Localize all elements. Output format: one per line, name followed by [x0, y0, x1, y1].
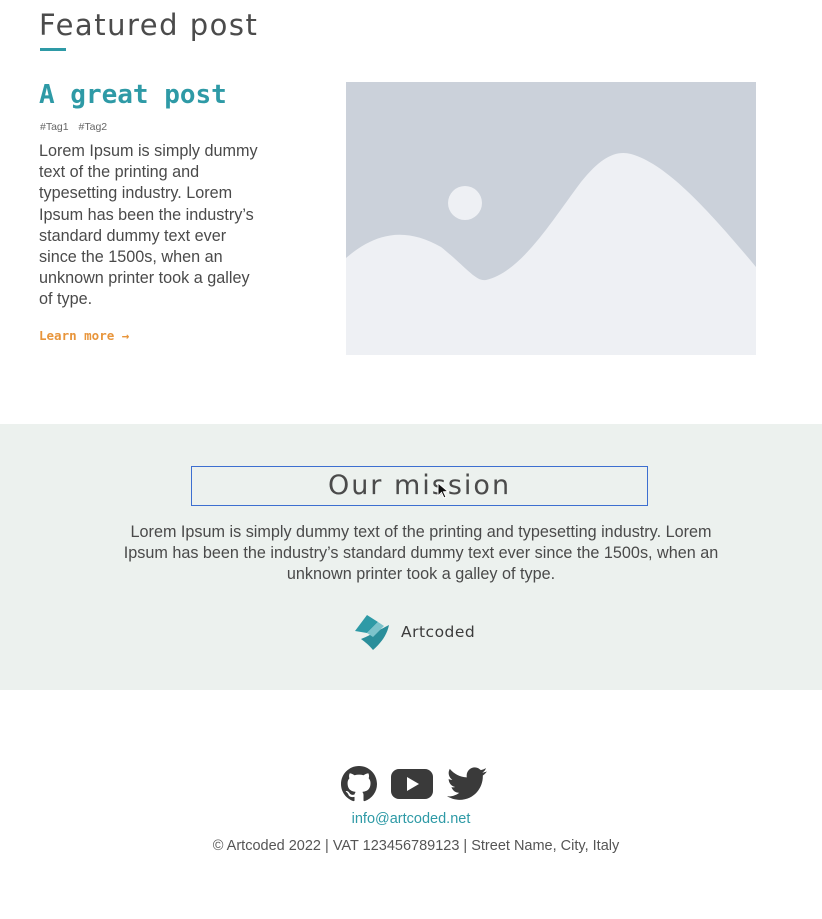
heading-underline — [40, 48, 66, 51]
tag-list: #Tag1 #Tag2 — [40, 121, 114, 133]
mission-section: Our mission Lorem Ipsum is simply dummy … — [0, 424, 822, 690]
github-icon[interactable] — [341, 766, 377, 807]
mission-title-box[interactable]: Our mission — [191, 466, 648, 506]
artcoded-logo-icon — [355, 615, 389, 650]
post-title[interactable]: A great post — [39, 80, 227, 110]
learn-more-link[interactable]: Learn more → — [39, 328, 129, 343]
footer-legal: © Artcoded 2022 | VAT 123456789123 | Str… — [212, 838, 620, 854]
mission-title: Our mission — [327, 470, 512, 501]
social-links — [341, 766, 487, 807]
tag-link[interactable]: #Tag2 — [79, 121, 108, 133]
brand-logo[interactable]: Artcoded — [353, 613, 475, 651]
twitter-icon[interactable] — [447, 767, 487, 806]
brand-name: Artcoded — [401, 623, 476, 641]
youtube-icon[interactable] — [391, 769, 433, 804]
email-link[interactable]: info@artcoded.net — [0, 811, 822, 827]
featured-heading: Featured post — [39, 8, 259, 42]
post-excerpt: Lorem Ipsum is simply dummy text of the … — [39, 142, 258, 309]
mouse-cursor-icon — [437, 482, 449, 499]
post-image-placeholder[interactable] — [346, 82, 756, 355]
tag-link[interactable]: #Tag1 — [40, 121, 69, 133]
mission-text: Lorem Ipsum is simply dummy text of the … — [123, 523, 719, 583]
image-placeholder-icon — [346, 82, 756, 355]
